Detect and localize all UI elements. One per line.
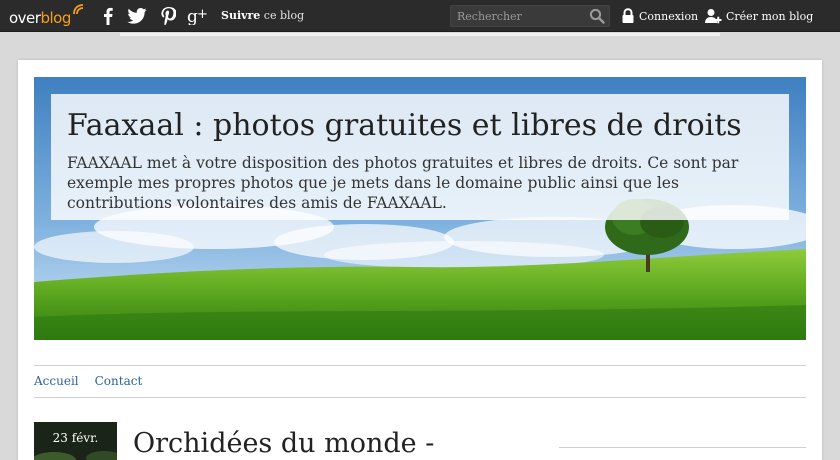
header-divider xyxy=(120,33,720,36)
login-link[interactable]: Connexion xyxy=(621,5,698,27)
nav-divider-top xyxy=(34,365,806,366)
svg-text:+: + xyxy=(197,7,208,22)
add-user-icon xyxy=(705,9,722,24)
search-box xyxy=(450,5,610,27)
top-bar: overblog g+ Suivre ce blog Connexion xyxy=(0,0,840,32)
twitter-icon[interactable] xyxy=(126,5,148,27)
follow-label-rest: ce blog xyxy=(260,9,305,22)
login-label: Connexion xyxy=(639,9,699,23)
post-date: 23 févr. xyxy=(52,431,99,445)
post-title[interactable]: Orchidées du monde - xyxy=(133,428,434,459)
nav-divider-bottom xyxy=(34,397,806,398)
logo-blog-text: blog xyxy=(40,9,71,27)
lock-icon xyxy=(622,8,634,23)
sidebar-divider xyxy=(559,447,806,448)
logo-spark-icon xyxy=(73,4,84,15)
create-blog-link[interactable]: Créer mon blog xyxy=(705,5,813,27)
overblog-logo[interactable]: over blog xyxy=(9,4,84,27)
post-thumbnail[interactable]: 23 févr. xyxy=(34,422,117,460)
logo-over-text: over xyxy=(9,9,41,27)
main-nav: Accueil Contact xyxy=(34,374,142,388)
follow-blog-link[interactable]: Suivre ce blog xyxy=(221,9,304,22)
pinterest-icon[interactable] xyxy=(158,5,178,27)
facebook-icon[interactable] xyxy=(100,5,116,27)
nav-item-contact[interactable]: Contact xyxy=(95,374,143,388)
follow-label-bold: Suivre xyxy=(221,9,261,22)
site-title[interactable]: Faaxaal : photos gratuites et libres de … xyxy=(67,108,779,143)
create-blog-label: Créer mon blog xyxy=(726,9,814,23)
nav-item-accueil[interactable]: Accueil xyxy=(34,374,79,388)
search-icon[interactable] xyxy=(589,8,605,24)
google-plus-icon[interactable]: g + xyxy=(186,5,212,27)
site-description: FAAXAAL met à votre disposition des phot… xyxy=(67,154,739,212)
search-input[interactable] xyxy=(451,6,587,26)
